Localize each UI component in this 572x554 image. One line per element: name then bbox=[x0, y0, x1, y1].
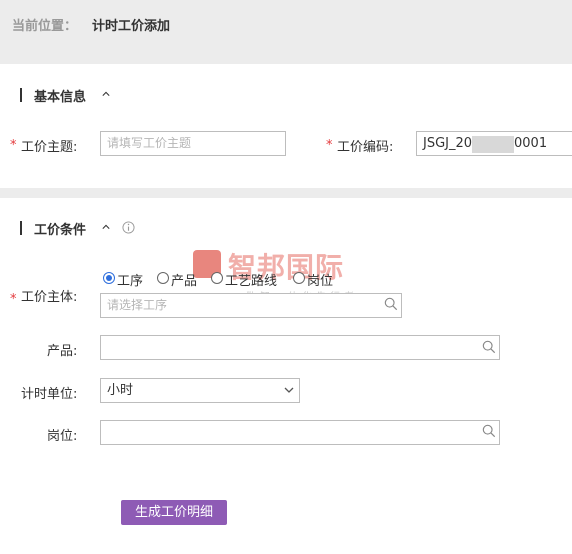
product-label: 产品: bbox=[47, 344, 78, 359]
radio-process[interactable] bbox=[103, 272, 115, 284]
position-input[interactable] bbox=[100, 420, 500, 445]
search-icon[interactable] bbox=[482, 340, 496, 354]
radio-route-label[interactable]: 工艺路线 bbox=[225, 270, 277, 289]
required-marker: * bbox=[10, 138, 17, 153]
section-conditions-title: 工价条件 bbox=[34, 223, 87, 238]
page-title: 计时工价添加 bbox=[92, 19, 171, 34]
subject-input[interactable]: 请填写工价主题 bbox=[100, 131, 286, 156]
required-marker: * bbox=[326, 138, 333, 153]
position-label: 岗位: bbox=[47, 429, 78, 444]
chevron-up-icon[interactable] bbox=[102, 223, 110, 231]
section-conditions-marker bbox=[20, 221, 22, 235]
section-basic-title: 基本信息 bbox=[34, 90, 87, 105]
price-subject-label: 工价主体: bbox=[21, 290, 78, 305]
radio-process-label[interactable]: 工序 bbox=[117, 270, 143, 289]
subject-label: 工价主题: bbox=[21, 140, 78, 155]
process-placeholder: 请选择工序 bbox=[107, 298, 168, 312]
radio-position[interactable] bbox=[293, 272, 305, 284]
info-icon[interactable] bbox=[122, 221, 135, 234]
time-unit-label: 计时单位: bbox=[21, 387, 78, 402]
breadcrumb-label: 当前位置： bbox=[12, 19, 78, 34]
breadcrumb-bar bbox=[0, 0, 572, 64]
time-unit-select[interactable]: 小时 bbox=[100, 378, 300, 403]
product-input[interactable] bbox=[100, 335, 500, 360]
radio-product-label[interactable]: 产品 bbox=[171, 270, 197, 289]
section-separator bbox=[0, 188, 572, 198]
chevron-down-icon[interactable] bbox=[284, 386, 294, 394]
code-label: 工价编码: bbox=[337, 140, 394, 155]
section-basic-marker bbox=[20, 88, 22, 102]
redacted-block bbox=[472, 136, 514, 153]
radio-route[interactable] bbox=[211, 272, 223, 284]
radio-position-label[interactable]: 岗位 bbox=[307, 270, 333, 289]
time-unit-value: 小时 bbox=[107, 383, 134, 398]
subject-placeholder: 请填写工价主题 bbox=[107, 136, 192, 150]
code-suffix: 0001 bbox=[514, 136, 548, 151]
search-icon[interactable] bbox=[384, 297, 398, 311]
process-select-input[interactable]: 请选择工序 bbox=[100, 293, 402, 318]
chevron-up-icon[interactable] bbox=[102, 90, 110, 98]
required-marker: * bbox=[10, 292, 17, 307]
generate-details-button[interactable]: 生成工价明细 bbox=[121, 500, 227, 525]
code-prefix: JSGJ_20 bbox=[423, 136, 473, 151]
radio-product[interactable] bbox=[157, 272, 169, 284]
search-icon[interactable] bbox=[482, 424, 496, 438]
